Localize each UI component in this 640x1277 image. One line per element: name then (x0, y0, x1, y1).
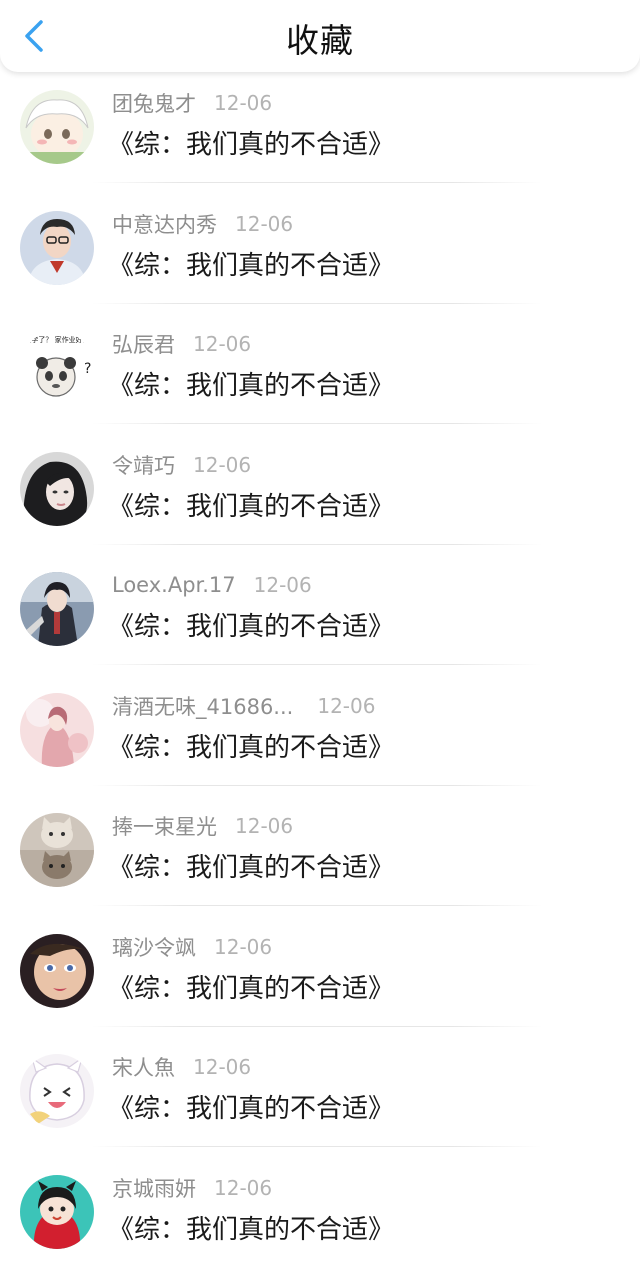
date: 12-06 (214, 1176, 272, 1200)
item-meta: 弘辰君 12-06 (112, 329, 251, 359)
list-item[interactable]: 璃沙令飒 12-06 《综：我们真的不合适》 (0, 916, 640, 1037)
item-meta: 中意达内秀 12-06 (112, 209, 293, 239)
divider (92, 423, 542, 424)
list-item[interactable]: 捧一束星光 12-06 《综：我们真的不合适》 (0, 795, 640, 916)
avatar[interactable] (20, 452, 94, 526)
divider (92, 303, 542, 304)
list-item[interactable]: 宋人魚 12-06 《综：我们真的不合适》 (0, 1036, 640, 1157)
item-text[interactable]: 《综：我们真的不合适》 (108, 124, 394, 161)
avatar[interactable] (20, 1054, 94, 1128)
username[interactable]: 中意达内秀 (112, 209, 217, 239)
date: 12-06 (193, 1055, 251, 1079)
divider (92, 1146, 542, 1147)
item-meta: 捧一束星光 12-06 (112, 811, 293, 841)
avatar-cats-icon (20, 813, 94, 887)
divider (92, 664, 542, 665)
item-text[interactable]: 《综：我们真的不合适》 (108, 847, 394, 884)
item-text[interactable]: 《综：我们真的不合适》 (108, 968, 394, 1005)
divider (92, 1026, 542, 1027)
avatar[interactable] (20, 90, 94, 164)
username[interactable]: 宋人魚 (112, 1052, 175, 1082)
divider (92, 785, 542, 786)
list-item[interactable]: 团兔鬼才 12-06 《综：我们真的不合适》 (0, 72, 640, 193)
username[interactable]: 清酒无味_41686... (112, 691, 293, 721)
item-text[interactable]: 《综：我们真的不合适》 (108, 1088, 394, 1125)
date: 12-06 (214, 935, 272, 959)
divider (92, 182, 542, 183)
avatar-woman-makeup-icon (20, 934, 94, 1008)
avatar-anime-girl-icon (20, 90, 94, 164)
username[interactable]: 璃沙令飒 (112, 932, 196, 962)
username[interactable]: 捧一束星光 (112, 811, 217, 841)
item-meta: 清酒无味_41686... 12-06 (112, 691, 375, 721)
avatar[interactable] (20, 693, 94, 767)
item-text[interactable]: 《综：我们真的不合适》 (108, 1209, 394, 1246)
date: 12-06 (214, 91, 272, 115)
item-meta: Loex.Apr.17 12-06 (112, 570, 312, 600)
list-item[interactable]: 中意达内秀 12-06 《综：我们真的不合适》 (0, 193, 640, 314)
divider (92, 544, 542, 545)
date: 12-06 (235, 814, 293, 838)
date: 12-06 (254, 573, 312, 597)
avatar[interactable] (20, 1175, 94, 1249)
item-text[interactable]: 《综：我们真的不合适》 (108, 727, 394, 764)
item-meta: 令靖巧 12-06 (112, 450, 251, 480)
avatar[interactable] (20, 934, 94, 1008)
username[interactable]: 团兔鬼才 (112, 88, 196, 118)
favorites-list: 团兔鬼才 12-06 《综：我们真的不合适》 中意达内秀 12-06 《综：我们… (0, 72, 640, 1277)
avatar[interactable] (20, 572, 94, 646)
divider (92, 905, 542, 906)
list-item[interactable]: 京城雨妍 12-06 《综：我们真的不合适》 (0, 1157, 640, 1277)
page-title: 收藏 (0, 14, 640, 62)
item-text[interactable]: 《综：我们真的不合适》 (108, 365, 394, 402)
username[interactable]: Loex.Apr.17 (112, 573, 236, 597)
avatar-panda-meme-icon: 大雾要上学了？ 家作业好像还没？ ? (20, 331, 94, 405)
username[interactable]: 弘辰君 (112, 329, 175, 359)
avatar[interactable]: 大雾要上学了？ 家作业好像还没？ ? (20, 331, 94, 405)
avatar-caption: 大雾要上学了？ 家作业好像还没？ (20, 335, 94, 344)
avatar-cartoon-devil-girl-icon (20, 1175, 94, 1249)
avatar-cartoon-laughing-icon (20, 1054, 94, 1128)
username[interactable]: 京城雨妍 (112, 1173, 196, 1203)
date: 12-06 (235, 212, 293, 236)
date: 12-06 (193, 332, 251, 356)
svg-text:?: ? (84, 361, 91, 377)
avatar-anime-character-icon (20, 572, 94, 646)
nav-header: 收藏 (0, 0, 640, 72)
item-meta: 宋人魚 12-06 (112, 1052, 251, 1082)
avatar-pink-illustration-icon (20, 693, 94, 767)
item-text[interactable]: 《综：我们真的不合适》 (108, 486, 394, 523)
item-meta: 璃沙令飒 12-06 (112, 932, 272, 962)
item-text[interactable]: 《综：我们真的不合适》 (108, 606, 394, 643)
avatar-woman-dark-hair-icon (20, 452, 94, 526)
avatar[interactable] (20, 211, 94, 285)
date: 12-06 (317, 694, 375, 718)
username[interactable]: 令靖巧 (112, 450, 175, 480)
item-meta: 京城雨妍 12-06 (112, 1173, 272, 1203)
avatar-man-photo-icon (20, 211, 94, 285)
list-item[interactable]: Loex.Apr.17 12-06 《综：我们真的不合适》 (0, 554, 640, 675)
item-meta: 团兔鬼才 12-06 (112, 88, 272, 118)
list-item[interactable]: 令靖巧 12-06 《综：我们真的不合适》 (0, 434, 640, 555)
avatar[interactable] (20, 813, 94, 887)
date: 12-06 (193, 453, 251, 477)
list-item[interactable]: 清酒无味_41686... 12-06 《综：我们真的不合适》 (0, 675, 640, 796)
list-item[interactable]: 大雾要上学了？ 家作业好像还没？ ? 弘辰君 12-06 《综：我们真的不合适》 (0, 313, 640, 434)
item-text[interactable]: 《综：我们真的不合适》 (108, 245, 394, 282)
